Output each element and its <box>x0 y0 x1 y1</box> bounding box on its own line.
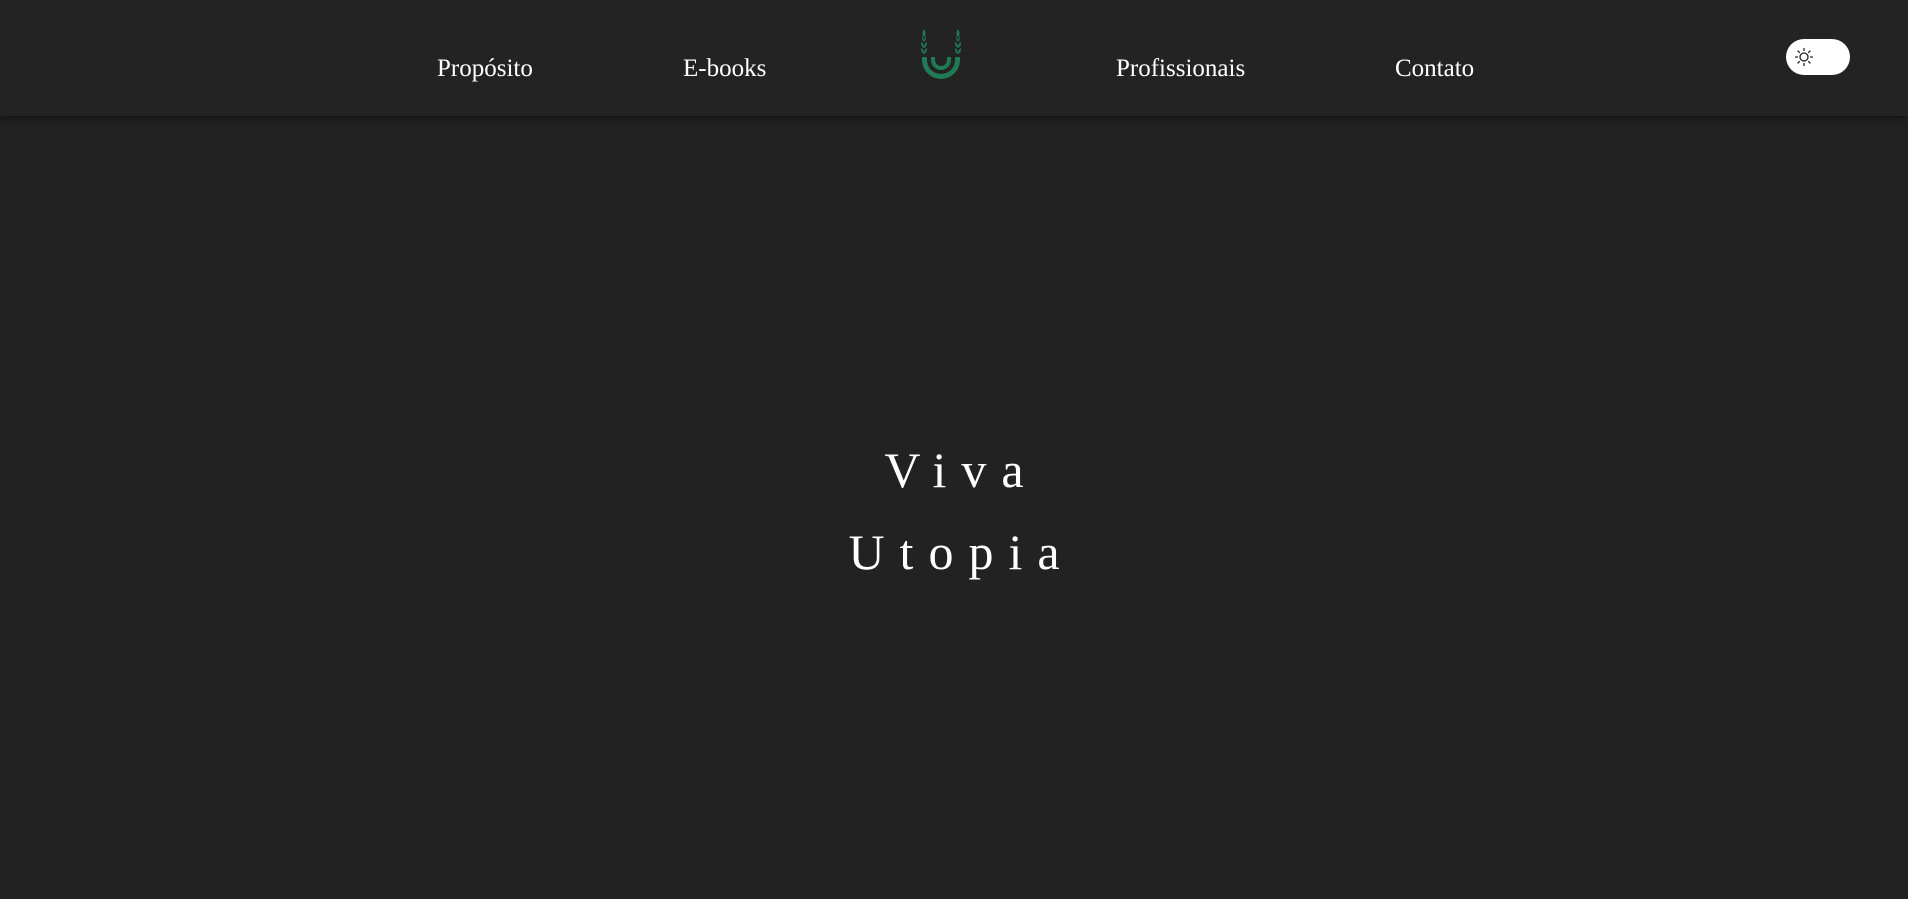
sun-icon <box>1794 47 1814 67</box>
nav-link-profissionais[interactable]: Profissionais <box>1116 54 1245 84</box>
wheat-u-logo-icon[interactable] <box>916 27 966 81</box>
hero-section: Viva Utopia <box>0 116 1908 899</box>
nav-link-proposito[interactable]: Propósito <box>437 54 533 84</box>
site-header: Propósito E-books Profissionais Contato <box>0 0 1908 116</box>
hero-title-line-2: Utopia <box>848 524 1075 580</box>
nav-link-contato[interactable]: Contato <box>1395 54 1474 84</box>
theme-toggle[interactable] <box>1786 39 1850 75</box>
nav-link-ebooks[interactable]: E-books <box>683 54 766 84</box>
hero-title-line-1: Viva <box>884 442 1039 498</box>
